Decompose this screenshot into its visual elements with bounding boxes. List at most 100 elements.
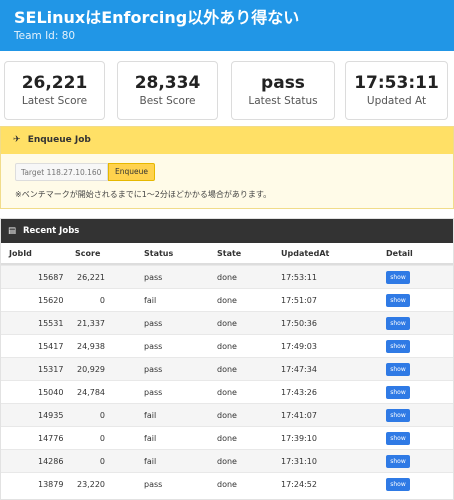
show-button[interactable]: show bbox=[386, 363, 410, 376]
column-header-updatedat: UpdatedAt bbox=[281, 249, 330, 258]
cell-jobid: 15620 bbox=[38, 296, 64, 305]
table-row: 15417 24,938 pass done 17:49:03 show bbox=[1, 334, 453, 357]
show-button[interactable]: show bbox=[386, 455, 410, 468]
cell-score: 0 bbox=[99, 296, 105, 305]
paper-plane-icon: ✈ bbox=[13, 135, 21, 145]
cell-updatedat: 17:49:03 bbox=[281, 342, 317, 351]
recent-jobs-title: Recent Jobs bbox=[23, 226, 80, 236]
cell-status: fail bbox=[144, 457, 157, 466]
table-row: 14776 0 fail done 17:39:10 show bbox=[1, 426, 453, 449]
page-title: SELinuxはEnforcing以外あり得ない bbox=[14, 8, 300, 27]
cell-score: 0 bbox=[99, 411, 105, 420]
cell-updatedat: 17:41:07 bbox=[281, 411, 317, 420]
cell-status: pass bbox=[144, 319, 163, 328]
cell-state: done bbox=[217, 411, 237, 420]
enqueue-header: ✈ Enqueue Job bbox=[1, 127, 453, 154]
column-header-detail: Detail bbox=[386, 249, 413, 258]
cell-score: 23,220 bbox=[77, 480, 105, 489]
target-input[interactable] bbox=[15, 163, 108, 181]
cell-updatedat: 17:47:34 bbox=[281, 365, 317, 374]
cell-status: pass bbox=[144, 342, 163, 351]
cell-state: done bbox=[217, 457, 237, 466]
cell-state: done bbox=[217, 365, 237, 374]
cell-score: 21,337 bbox=[77, 319, 105, 328]
cell-jobid: 15317 bbox=[38, 365, 64, 374]
table-row: 14935 0 fail done 17:41:07 show bbox=[1, 403, 453, 426]
stat-label: Latest Status bbox=[248, 95, 318, 107]
table-row: 13879 23,220 pass done 17:24:52 show bbox=[1, 472, 453, 495]
show-button[interactable]: show bbox=[386, 317, 410, 330]
show-button[interactable]: show bbox=[386, 432, 410, 445]
cell-status: pass bbox=[144, 388, 163, 397]
recent-jobs-panel: ▤ Recent Jobs JobId Score Status State U… bbox=[0, 218, 454, 500]
cell-state: done bbox=[217, 388, 237, 397]
cell-updatedat: 17:51:07 bbox=[281, 296, 317, 305]
cell-jobid: 15531 bbox=[38, 319, 64, 328]
cell-state: done bbox=[217, 319, 237, 328]
cell-status: fail bbox=[144, 411, 157, 420]
cell-jobid: 13879 bbox=[38, 480, 64, 489]
enqueue-title: Enqueue Job bbox=[27, 135, 91, 145]
stat-label: Updated At bbox=[366, 95, 427, 107]
cell-jobid: 15040 bbox=[38, 388, 64, 397]
show-button[interactable]: show bbox=[386, 340, 410, 353]
cell-updatedat: 17:39:10 bbox=[281, 434, 317, 443]
cell-jobid: 14776 bbox=[38, 434, 64, 443]
cell-score: 24,938 bbox=[77, 342, 105, 351]
cell-jobid: 15687 bbox=[38, 273, 64, 282]
cell-state: done bbox=[217, 296, 237, 305]
cell-status: pass bbox=[144, 480, 163, 489]
stat-value: pass bbox=[261, 73, 305, 93]
cell-updatedat: 17:24:52 bbox=[281, 480, 317, 489]
column-header-status: Status bbox=[144, 249, 174, 258]
cell-score: 0 bbox=[99, 457, 105, 466]
stat-value: 26,221 bbox=[21, 73, 88, 93]
show-button[interactable]: show bbox=[386, 478, 410, 491]
table-row: 15620 0 fail done 17:51:07 show bbox=[1, 288, 453, 311]
table-row: 15687 26,221 pass done 17:53:11 show bbox=[1, 265, 453, 288]
table-row: 15317 20,929 pass done 17:47:34 show bbox=[1, 357, 453, 380]
stat-value: 17:53:11 bbox=[354, 73, 439, 93]
cell-status: pass bbox=[144, 273, 163, 282]
show-button[interactable]: show bbox=[386, 271, 410, 284]
cell-jobid: 15417 bbox=[38, 342, 64, 351]
stat-updated-at: 17:53:11 Updated At bbox=[345, 61, 448, 120]
page-header: SELinuxはEnforcing以外あり得ない Team Id: 80 bbox=[0, 0, 454, 51]
cell-status: pass bbox=[144, 365, 163, 374]
recent-jobs-header: ▤ Recent Jobs bbox=[1, 219, 453, 243]
cell-jobid: 14935 bbox=[38, 411, 64, 420]
table-header: JobId Score Status State UpdatedAt Detai… bbox=[1, 243, 453, 265]
cell-updatedat: 17:50:36 bbox=[281, 319, 317, 328]
show-button[interactable]: show bbox=[386, 294, 410, 307]
cell-status: fail bbox=[144, 434, 157, 443]
stat-latest-score: 26,221 Latest Score bbox=[4, 61, 105, 120]
cell-jobid: 14286 bbox=[38, 457, 64, 466]
enqueue-button[interactable]: Enqueue bbox=[108, 163, 155, 181]
cell-score: 26,221 bbox=[77, 273, 105, 282]
show-button[interactable]: show bbox=[386, 386, 410, 399]
cell-state: done bbox=[217, 342, 237, 351]
table-row: 14286 0 fail done 17:31:10 show bbox=[1, 449, 453, 472]
cell-updatedat: 17:43:26 bbox=[281, 388, 317, 397]
stat-best-score: 28,334 Best Score bbox=[117, 61, 218, 120]
column-header-jobid: JobId bbox=[9, 249, 32, 258]
cell-state: done bbox=[217, 273, 237, 282]
column-header-state: State bbox=[217, 249, 242, 258]
table-row: 15531 21,337 pass done 17:50:36 show bbox=[1, 311, 453, 334]
show-button[interactable]: show bbox=[386, 409, 410, 422]
stat-label: Best Score bbox=[139, 95, 196, 107]
stat-latest-status: pass Latest Status bbox=[231, 61, 335, 120]
table-row: 15040 24,784 pass done 17:43:26 show bbox=[1, 380, 453, 403]
cell-state: done bbox=[217, 434, 237, 443]
cell-state: done bbox=[217, 480, 237, 489]
enqueue-panel: ✈ Enqueue Job Enqueue ※ベンチマークが開始されるまでに1〜… bbox=[0, 126, 454, 209]
team-id: Team Id: 80 bbox=[14, 30, 76, 42]
cell-score: 0 bbox=[99, 434, 105, 443]
cell-score: 24,784 bbox=[77, 388, 105, 397]
cell-updatedat: 17:31:10 bbox=[281, 457, 317, 466]
stats-panel: 26,221 Latest Score 28,334 Best Score pa… bbox=[0, 61, 454, 120]
stat-value: 28,334 bbox=[134, 73, 201, 93]
enqueue-note: ※ベンチマークが開始されるまでに1〜2分ほどかかる場合があります。 bbox=[15, 190, 272, 199]
cell-updatedat: 17:53:11 bbox=[281, 273, 317, 282]
cell-status: fail bbox=[144, 296, 157, 305]
